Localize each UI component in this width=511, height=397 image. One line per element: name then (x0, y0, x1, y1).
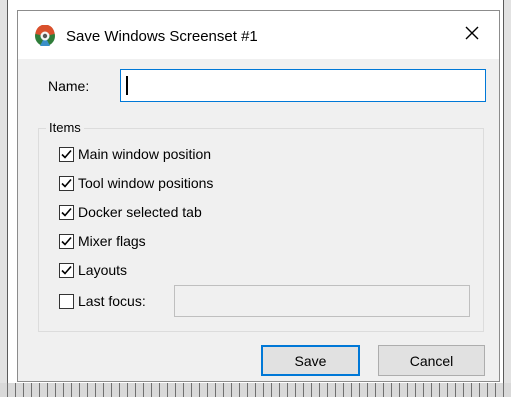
background-app-border-right (503, 0, 504, 383)
checkbox-label: Docker selected tab (78, 204, 202, 220)
checkbox-box[interactable] (59, 146, 74, 162)
items-group-label: Items (46, 120, 84, 135)
save-button[interactable]: Save (261, 345, 360, 376)
checkbox-label: Tool window positions (78, 175, 214, 191)
dialog-titlebar[interactable]: Save Windows Screenset #1 (18, 11, 499, 59)
checkbox-box[interactable] (59, 293, 74, 309)
checkbox-box[interactable] (59, 175, 74, 191)
reaper-logo-icon (34, 24, 56, 47)
cancel-button[interactable]: Cancel (378, 345, 485, 376)
checkbox-tool-window-positions[interactable]: Tool window positions (59, 173, 213, 193)
background-app-timeline-strip (0, 383, 511, 397)
dialog-title: Save Windows Screenset #1 (66, 28, 258, 45)
close-x-icon (465, 26, 479, 45)
checkbox-box[interactable] (59, 262, 74, 278)
checkbox-label: Mixer flags (78, 233, 146, 249)
checkbox-label: Main window position (78, 146, 212, 162)
background-app-edge-left (0, 0, 7, 397)
close-button[interactable] (452, 17, 492, 53)
text-caret (126, 76, 128, 95)
checkbox-main-window-position[interactable]: Main window position (59, 144, 211, 164)
checkbox-mixer-flags[interactable]: Mixer flags (59, 231, 146, 251)
name-label: Name: (48, 78, 90, 94)
save-screenset-dialog: Save Windows Screenset #1 Name: Items Ma… (17, 10, 500, 382)
checkbox-layouts[interactable]: Layouts (59, 260, 127, 280)
checkbox-label: Layouts (78, 262, 128, 278)
dialog-client-area: Name: Items Main window position Tool wi… (18, 59, 499, 381)
checkbox-last-focus[interactable]: Last focus: (59, 291, 146, 311)
background-app-border-left (7, 0, 8, 383)
checkbox-label: Last focus: (78, 293, 146, 309)
name-input[interactable] (120, 69, 486, 102)
checkbox-docker-selected-tab[interactable]: Docker selected tab (59, 202, 202, 222)
background-app-edge-right (504, 0, 511, 397)
checkbox-box[interactable] (59, 204, 74, 220)
checkbox-box[interactable] (59, 233, 74, 249)
last-focus-field (174, 285, 470, 317)
